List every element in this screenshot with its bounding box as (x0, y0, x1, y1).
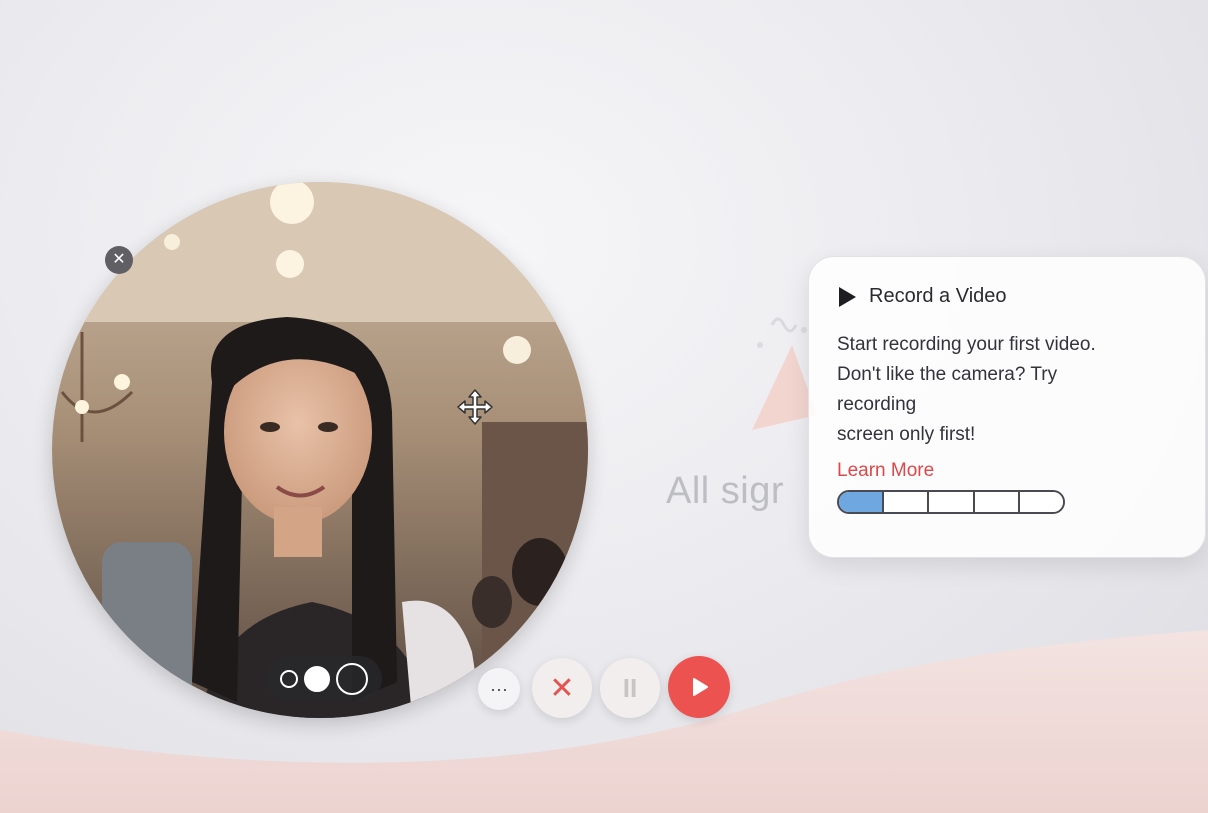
progress-step (839, 492, 883, 512)
move-icon[interactable] (456, 388, 494, 426)
play-icon (839, 286, 856, 307)
more-options-button[interactable]: ··· (478, 668, 520, 710)
tooltip-body-line: screen only first! (837, 424, 976, 445)
pause-icon: II (622, 672, 638, 703)
tooltip-body-line: recording (837, 394, 917, 415)
pause-button[interactable]: II (600, 658, 660, 718)
progress-step (972, 492, 1018, 512)
onboarding-heading: All sigr (666, 470, 785, 512)
bubble-size-toggle[interactable] (266, 656, 382, 702)
size-large-option[interactable] (336, 663, 368, 695)
progress-step (882, 492, 928, 512)
play-icon (693, 678, 708, 696)
onboarding-progress (837, 490, 1065, 514)
progress-step (927, 492, 973, 512)
size-medium-option[interactable] (304, 666, 330, 692)
close-bubble-button[interactable]: ✕ (105, 246, 133, 274)
cancel-recording-button[interactable]: ✕ (532, 658, 592, 718)
more-icon: ··· (490, 678, 508, 699)
size-small-option[interactable] (280, 670, 298, 688)
screen: All sigr ✕ ··· ✕ II Record a Video Start… (0, 0, 1208, 813)
learn-more-link[interactable]: Learn More (837, 460, 934, 482)
start-recording-button[interactable] (668, 656, 730, 718)
tooltip-body: Start recording your first video. Don't … (837, 330, 1177, 450)
tooltip-body-line: Don't like the camera? Try (837, 364, 1058, 385)
progress-step (1017, 492, 1063, 512)
close-icon: ✕ (112, 251, 126, 268)
record-video-tooltip: Record a Video Start recording your firs… (808, 256, 1206, 558)
tooltip-body-line: Start recording your first video. (837, 334, 1096, 355)
tooltip-header: Record a Video (837, 285, 1179, 308)
cancel-icon: ✕ (549, 671, 575, 705)
tooltip-title: Record a Video (869, 285, 1007, 307)
